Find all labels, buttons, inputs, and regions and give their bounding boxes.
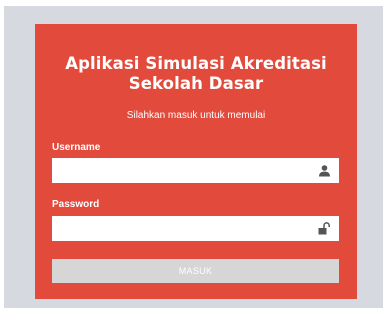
user-icon: [319, 165, 330, 177]
masuk-button[interactable]: MASUK: [52, 259, 339, 283]
password-field[interactable]: [52, 216, 339, 241]
password-label: Password: [52, 199, 100, 210]
username-input[interactable]: [52, 158, 312, 183]
page: Aplikasi Simulasi Akreditasi Sekolah Das…: [0, 0, 383, 320]
username-field[interactable]: [52, 158, 339, 183]
login-subtitle: Silahkan masuk untuk memulai: [126, 110, 266, 121]
username-label: Username: [52, 142, 101, 153]
app-title-line-2: Sekolah Dasar: [128, 74, 264, 93]
app-title: Aplikasi Simulasi Akreditasi Sekolah Das…: [35, 54, 357, 94]
lock-icon: [318, 222, 330, 235]
app-title-line-1: Aplikasi Simulasi Akreditasi: [65, 54, 327, 73]
password-input[interactable]: [52, 216, 312, 241]
login-panel: Aplikasi Simulasi Akreditasi Sekolah Das…: [35, 24, 357, 299]
